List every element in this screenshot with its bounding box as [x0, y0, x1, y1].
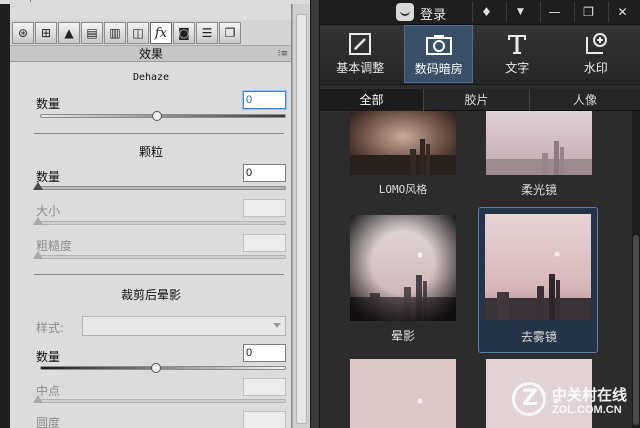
dehaze-amount-slider[interactable] [40, 114, 286, 118]
grain-amount-input[interactable]: 0 [243, 164, 286, 182]
panel-scrollbar[interactable] [292, 4, 310, 428]
photo-app-window: 登录 ♦ ▼ — ❐ ✕ 基本调整 数码暗房 文字 水印 全部 胶片 人像 LO… [320, 0, 640, 428]
filter-card-soft[interactable]: 柔光镜 [480, 111, 598, 201]
grain-roughness-slider [40, 255, 286, 259]
minimize-icon[interactable]: — [540, 2, 568, 22]
zol-watermark: Z 中关村在线 ZOL.COM.CN [512, 382, 634, 422]
vignette-midpoint-input [243, 378, 286, 396]
mountain-icon[interactable]: ▲ [58, 22, 80, 44]
filter-card-next-1[interactable] [344, 359, 462, 428]
close-icon[interactable]: ✕ [608, 2, 636, 22]
dehaze-title: Dehaze [132, 72, 170, 83]
snapshots-icon[interactable]: ❐ [219, 22, 241, 44]
tab-all[interactable]: 全部 [320, 89, 424, 111]
tool-label: 文字 [505, 61, 530, 75]
divider [34, 133, 284, 134]
main-toolbar: 基本调整 数码暗房 文字 水印 [320, 25, 640, 85]
tool-tab-bar: ⊛ ⊞ ▲ ▤ ▥ ◫ fx ◙ ☰ ❐ [10, 20, 291, 46]
effects-panel-content: ⊛ ⊞ ▲ ▤ ▥ ◫ fx ◙ ☰ ❐ 效果 ⁝≡ Dehaze 数量 0 颗… [10, 4, 292, 428]
filter-caption: 晕影 [390, 329, 415, 343]
section-header: 效果 ⁝≡ [10, 46, 291, 62]
panel-menu-icon[interactable]: ⁝≡ [278, 46, 288, 62]
filter-grid: LOMO风格 柔光镜 晕影 去雾镜 [320, 111, 632, 428]
restore-icon[interactable]: ❐ [574, 2, 602, 22]
tool-label: 数码暗房 [414, 62, 463, 76]
filter-thumbnail [485, 214, 591, 320]
filter-card-dehaze[interactable]: 去雾镜 [478, 207, 598, 353]
grain-size-input [243, 199, 286, 217]
vignette-roundness-label: 圆度 [36, 416, 61, 428]
fx-icon[interactable]: fx [150, 22, 172, 44]
filter-category-tabs: 全部 胶片 人像 [320, 89, 640, 111]
detail-icon[interactable]: ▥ [104, 22, 126, 44]
grain-amount-thumb[interactable] [33, 182, 43, 190]
panel-scrollbar-thumb[interactable] [296, 14, 307, 424]
tool-digital-darkroom[interactable]: 数码暗房 [404, 25, 474, 83]
effects-panel: ⊛ ⊞ ▲ ▤ ▥ ◫ fx ◙ ☰ ❐ 效果 ⁝≡ Dehaze 数量 0 颗… [0, 0, 310, 428]
vignette-midpoint-thumb [33, 395, 43, 403]
grain-roughness-input [243, 234, 286, 252]
vignette-amount-slider[interactable] [40, 366, 286, 370]
avatar[interactable] [396, 3, 414, 21]
divider [34, 274, 284, 275]
watermark-icon [582, 31, 610, 57]
zol-logo-icon: Z [512, 382, 546, 416]
watermark-cn-text: 中关村在线 [552, 386, 628, 404]
section-title: 效果 [138, 47, 163, 61]
window-separator [310, 0, 320, 428]
split-toning-icon[interactable]: ▤ [81, 22, 103, 44]
grain-size-thumb [33, 217, 43, 225]
grain-title: 颗粒 [138, 145, 163, 159]
filter-grid-scrollbar[interactable] [632, 111, 640, 428]
vignette-midpoint-slider [40, 399, 286, 403]
text-icon [503, 31, 531, 57]
filter-card-lomo[interactable]: LOMO风格 [344, 111, 462, 201]
title-bar: 登录 ♦ ▼ — ❐ ✕ [320, 0, 640, 25]
filter-thumbnail [486, 111, 592, 175]
filter-caption: LOMO风格 [378, 183, 428, 196]
tool-label: 水印 [583, 61, 608, 75]
vignette-amount-input[interactable]: 0 [243, 344, 286, 362]
filter-thumbnail [350, 111, 456, 175]
chevron-down-icon [273, 323, 281, 328]
grain-size-slider [40, 221, 286, 225]
dropdown-icon[interactable]: ▼ [506, 2, 534, 22]
panel-left-strip [0, 4, 10, 428]
grain-amount-slider[interactable] [40, 186, 286, 190]
filter-card-vignette[interactable]: 晕影 [344, 209, 462, 351]
dehaze-amount-input[interactable]: 0 [243, 91, 286, 109]
edit-icon [346, 31, 374, 57]
vignette-title: 裁剪后晕影 [120, 288, 181, 302]
dehaze-slider-thumb[interactable] [152, 111, 162, 121]
grain-roughness-thumb [33, 251, 43, 259]
filter-thumbnail [350, 215, 456, 321]
vignette-style-label: 样式: [36, 321, 65, 335]
camera-icon [425, 32, 453, 58]
vignette-style-select [82, 316, 286, 336]
filter-caption: 去雾镜 [520, 330, 557, 344]
presets-icon[interactable]: ☰ [196, 22, 218, 44]
aperture-icon[interactable]: ⊛ [12, 22, 34, 44]
tab-portrait[interactable]: 人像 [530, 89, 640, 111]
camera-icon[interactable]: ◙ [173, 22, 195, 44]
tool-label: 基本调整 [336, 61, 385, 75]
tool-text[interactable]: 文字 [483, 25, 551, 83]
curve-icon[interactable]: ⊞ [35, 22, 57, 44]
shirt-icon[interactable]: ♦ [472, 2, 500, 22]
tab-film[interactable]: 胶片 [424, 89, 530, 111]
filter-caption: 柔光镜 [520, 183, 557, 197]
login-link[interactable]: 登录 [420, 4, 446, 23]
lens-icon[interactable]: ◫ [127, 22, 149, 44]
tool-watermark[interactable]: 水印 [562, 25, 630, 83]
filter-thumbnail [350, 359, 456, 428]
tool-basic-adjust[interactable]: 基本调整 [326, 25, 394, 83]
vignette-roundness-input [243, 411, 286, 428]
dehaze-amount-label: 数量 [36, 97, 61, 111]
vignette-amount-thumb[interactable] [151, 363, 161, 373]
watermark-en-text: ZOL.COM.CN [552, 404, 622, 416]
vignette-amount-label: 数量 [36, 350, 61, 364]
